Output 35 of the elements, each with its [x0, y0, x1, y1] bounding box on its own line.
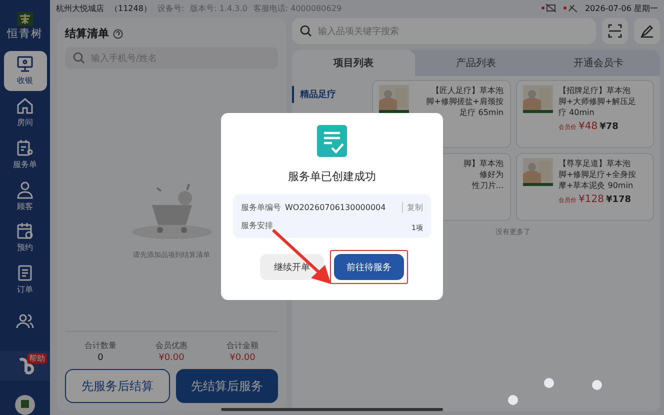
help-badge: 帮助 [27, 353, 47, 364]
logo-text: 恒青树 [7, 26, 43, 41]
price: ¥178 [606, 195, 632, 206]
total-value: ¥0.00 [158, 353, 184, 363]
product-name: 【匠人足疗】草本泡 [432, 85, 504, 96]
info-label: 服务安排 [241, 220, 273, 230]
store-code: （11248） [110, 2, 152, 14]
member-price: ¥128 [578, 194, 604, 205]
version-text: 版本号: 1.4.3.0 [190, 2, 248, 14]
info-label: 服务单编号 [241, 202, 281, 212]
info-value: WO20260706130000004 [285, 202, 387, 212]
total-label: 会员优惠 [156, 340, 188, 351]
hotline-text: 客服电话: 4000080629 [253, 2, 342, 14]
total-value: 0 [98, 353, 104, 363]
dialog-title: 服务单已创建成功 [288, 169, 376, 184]
product-name: 性刀片... [472, 180, 504, 191]
product-name: 【招牌足疗】草本泡 [558, 85, 632, 96]
device-label: 设备号: [157, 2, 184, 14]
price: ¥78 [600, 122, 618, 133]
product-name: 脚+修脚搓盐+肩颈按 [426, 96, 504, 107]
product-name: 【尊享足道】草本泡 [558, 158, 632, 169]
date-text: 2026-07-06 星期一 [584, 2, 658, 14]
total-label: 合计数量 [84, 340, 116, 351]
panel-title: 结算清单 [65, 26, 109, 41]
product-name: 脚+修脚足疗+全身按 [558, 169, 636, 180]
product-name: 脚+大师修脚+解压足 [558, 96, 636, 107]
store-name: 杭州大悦城店 [56, 2, 104, 14]
member-price: ¥48 [578, 121, 598, 132]
product-name: 脚】草本泡 [464, 158, 504, 169]
total-label: 合计金额 [226, 340, 258, 351]
product-name: 修好为 [480, 169, 504, 180]
total-value: ¥0.00 [230, 353, 256, 363]
product-name: 疗 40min [558, 107, 596, 118]
product-name: 摩+草本泥灸 90min [558, 180, 634, 191]
product-name: 足疗 65min [460, 107, 504, 118]
